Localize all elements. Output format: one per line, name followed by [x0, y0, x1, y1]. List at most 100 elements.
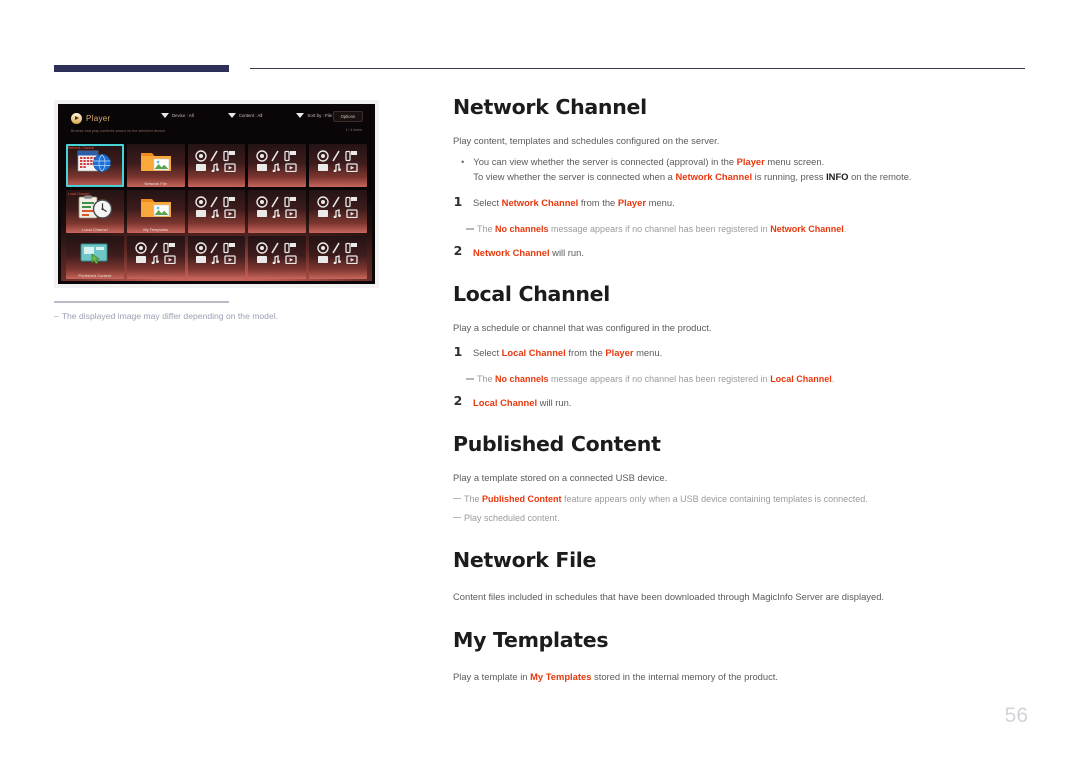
lnote-local-channel: Local Channel — [770, 374, 832, 385]
media-types-icon — [195, 196, 237, 218]
figure-note: – The displayed image may differ dependin… — [54, 311, 384, 321]
tile-media-placeholder[interactable] — [187, 236, 246, 279]
pnote1-c: feature appears only when a USB device c… — [561, 493, 868, 504]
tile-thumbnail — [188, 190, 246, 224]
tile-thumbnail — [309, 144, 367, 178]
player-title: Player — [86, 114, 111, 123]
step2-b: will run. — [549, 246, 584, 258]
heading-local-channel: Local Channel — [453, 282, 610, 307]
folder-image-icon — [140, 199, 171, 217]
tile-caption: Local Channel — [82, 228, 108, 232]
lstep2-b: will run. — [537, 396, 572, 408]
media-types-icon — [195, 242, 237, 264]
tile-network-file[interactable]: Network File — [126, 144, 185, 187]
note-network-channel: Network Channel — [770, 224, 844, 235]
my-templates-lead: Play a template in My Templates stored i… — [453, 670, 1031, 684]
tile-media-placeholder[interactable] — [248, 144, 307, 187]
tile-thumbnail — [248, 236, 306, 270]
step1-a: Select — [473, 197, 502, 209]
heading-network-channel: Network Channel — [453, 95, 647, 119]
bullet-l2-e: on the remote. — [848, 171, 912, 183]
tile-caption: Published Content — [78, 274, 112, 278]
tile-media-placeholder[interactable] — [309, 190, 367, 233]
bullet-l1-a: You can view whether the server is conne… — [473, 155, 737, 167]
heading-published-content: Published Content — [453, 432, 661, 457]
tile-thumbnail — [309, 190, 367, 224]
tile-media-placeholder[interactable] — [248, 190, 307, 233]
tile-media-placeholder[interactable] — [187, 144, 246, 187]
bullet-l1-c: menu screen. — [764, 155, 825, 167]
local-channel-note: The No channels message appears if no ch… — [453, 373, 1031, 386]
note-text: Play scheduled content. — [464, 512, 560, 523]
lnote-a: The — [477, 374, 496, 385]
step1-network-channel: Network Channel — [501, 197, 579, 209]
heading-network-file: Network File — [453, 547, 597, 572]
tile-media-placeholder[interactable] — [248, 236, 307, 279]
media-types-icon — [195, 150, 237, 172]
tile-media-placeholder[interactable] — [309, 144, 367, 187]
network-channel-note: The No channels message appears if no ch… — [453, 223, 1031, 236]
lstep1-a: Select — [473, 347, 502, 359]
step1-c: from the — [578, 197, 618, 209]
tile-my-templates[interactable]: My Templates — [126, 190, 185, 233]
filter-device[interactable]: Device : All — [161, 113, 194, 118]
header-accent-bar — [54, 65, 229, 72]
tile-thumbnail — [66, 236, 124, 270]
header-rule — [250, 68, 1025, 69]
tile-media-placeholder[interactable] — [187, 190, 246, 233]
note-no-channels: No channels — [495, 224, 549, 235]
options-button[interactable]: Options — [332, 111, 363, 122]
calendar-globe-icon — [77, 150, 111, 172]
step-number: 2 — [453, 243, 463, 259]
mt-lead-a: Play a template in — [453, 671, 531, 683]
content-tile-grid: Network Channel Network Channel — [66, 144, 367, 279]
media-types-icon — [317, 196, 358, 218]
chevron-down-icon — [161, 113, 169, 118]
note-dash-icon — [466, 228, 474, 230]
filter-content[interactable]: Content : All — [227, 113, 263, 118]
tile-thumbnail — [127, 190, 185, 224]
mt-my-templates: My Templates — [530, 671, 592, 683]
media-types-icon — [317, 242, 358, 264]
bullet-l2-a: To view whether the server is connected … — [473, 171, 676, 183]
step-text: Local Channel will run. — [473, 394, 571, 409]
bullet-l2-info: INFO — [826, 171, 849, 183]
tile-network-channel[interactable]: Network Channel Network Channel — [66, 144, 124, 187]
network-channel-step-1: 1 Select Network Channel from the Player… — [453, 195, 1031, 210]
tile-caption: My Templates — [143, 228, 168, 232]
tile-local-channel[interactable]: Local Channel Local Channel — [66, 190, 124, 233]
step1-player: Player — [617, 197, 647, 209]
pnote1-a: The — [464, 493, 483, 504]
media-types-icon — [317, 150, 358, 172]
note-dash-icon — [453, 497, 461, 500]
lstep1-player: Player — [605, 347, 634, 359]
page-number: 56 — [1004, 704, 1028, 727]
lnote-e: . — [831, 374, 835, 385]
note-text: The Published Content feature appears on… — [464, 493, 868, 506]
filter-content-label: Content : All — [238, 113, 263, 118]
tv-screen: Player Browse and play contents saved on… — [61, 107, 372, 281]
lstep1-c: from the — [565, 347, 606, 359]
note-dash-icon — [453, 516, 461, 519]
step-text: Network Channel will run. — [473, 244, 584, 259]
published-content-note-1: The Published Content feature appears on… — [453, 493, 1031, 506]
tile-thumbnail — [188, 144, 246, 178]
clipboard-clock-icon — [78, 195, 113, 219]
tile-media-placeholder[interactable] — [309, 236, 367, 279]
tile-thumbnail — [127, 236, 185, 270]
tile-media-placeholder[interactable] — [126, 236, 185, 279]
tile-caption: Network File — [144, 182, 167, 186]
bullet-dot-icon: • — [461, 155, 465, 167]
tile-thumbnail — [127, 144, 185, 178]
player-header: Player Browse and play contents saved on… — [61, 107, 372, 141]
network-channel-lead: Play content, templates and schedules co… — [453, 134, 720, 146]
media-types-icon — [256, 196, 297, 218]
product-screenshot-figure: Player Browse and play contents saved on… — [54, 100, 379, 288]
template-touch-icon — [80, 243, 108, 265]
step-number: 2 — [453, 393, 463, 409]
tile-published-content[interactable]: Published Content — [66, 236, 124, 279]
lstep1-local-channel: Local Channel — [501, 347, 566, 359]
published-content-lead: Play a template stored on a connected US… — [453, 471, 668, 483]
tile-thumbnail — [188, 236, 246, 270]
network-channel-step-2: 2 Network Channel will run. — [453, 244, 1031, 259]
